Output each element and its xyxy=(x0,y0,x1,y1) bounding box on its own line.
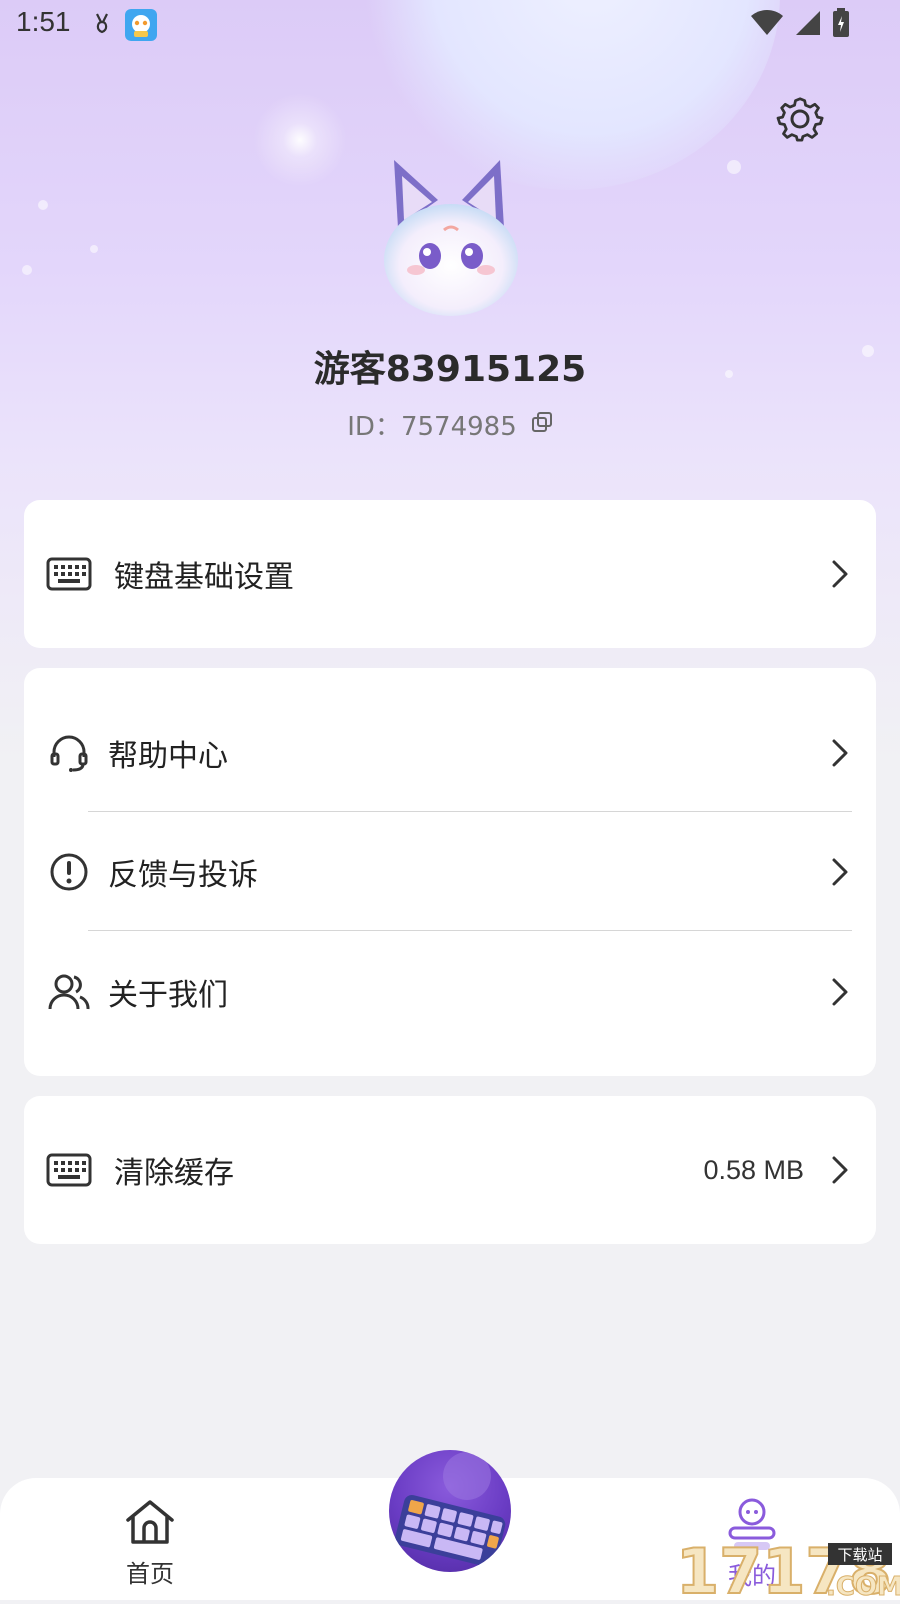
user-name: 游客83915125 xyxy=(313,349,587,390)
chevron-right-icon xyxy=(828,854,852,890)
keyboard-settings-label: 键盘基础设置 xyxy=(114,560,294,595)
chevron-right-icon xyxy=(828,556,852,592)
cache-size-value: 0.58 MB xyxy=(703,1154,804,1185)
star-dot xyxy=(90,245,98,253)
about-us-label: 关于我们 xyxy=(108,978,228,1013)
exclamation-circle-icon xyxy=(46,849,92,895)
user-id-value: 7574985 xyxy=(400,412,517,442)
status-time: 1:51 xyxy=(16,6,71,37)
star-dot xyxy=(727,160,741,174)
user-id-row: ID：7574985 xyxy=(0,406,900,443)
feedback-label: 反馈与投诉 xyxy=(108,858,258,893)
clear-cache-row[interactable]: 清除缓存 0.58 MB xyxy=(24,1120,876,1220)
help-center-label: 帮助中心 xyxy=(108,739,228,774)
divider xyxy=(88,811,852,812)
home-icon xyxy=(126,1500,174,1544)
star-dot xyxy=(38,200,48,210)
notification-icon xyxy=(94,12,110,38)
status-bar: 1:51 xyxy=(0,0,900,50)
user-id-label: ID： xyxy=(347,412,401,442)
about-us-row[interactable]: 关于我们 xyxy=(24,942,876,1042)
watermark-logo: 17178 下载站 .COM xyxy=(675,1534,900,1604)
feedback-row[interactable]: 反馈与投诉 xyxy=(24,822,876,922)
clear-cache-card: 清除缓存 0.58 MB xyxy=(24,1096,876,1244)
watermark-suffix: .COM xyxy=(826,1572,900,1600)
help-center-row[interactable]: 帮助中心 xyxy=(24,703,876,803)
cellular-signal-icon xyxy=(794,9,822,41)
chevron-right-icon xyxy=(828,974,852,1010)
headset-icon xyxy=(46,730,92,776)
users-icon xyxy=(46,969,92,1015)
keyboard-center-button[interactable] xyxy=(389,1450,511,1572)
sparkle-decoration xyxy=(240,80,360,200)
watermark-tag: 下载站 xyxy=(837,1546,882,1564)
app-notification-icon xyxy=(125,9,157,41)
nav-home-label: 首页 xyxy=(126,1560,174,1588)
battery-icon xyxy=(832,8,850,42)
wifi-icon xyxy=(750,9,784,41)
gear-icon xyxy=(776,97,824,142)
keyboard-settings-card: 键盘基础设置 xyxy=(24,500,876,648)
support-card: 帮助中心 反馈与投诉 关于我们 xyxy=(24,668,876,1076)
nav-home-tab[interactable]: 首页 xyxy=(110,1498,190,1588)
star-dot xyxy=(22,265,32,275)
keyboard-settings-row[interactable]: 键盘基础设置 xyxy=(24,524,876,624)
avatar[interactable] xyxy=(376,158,526,318)
divider xyxy=(88,930,852,931)
clear-cache-label: 清除缓存 xyxy=(114,1156,234,1191)
chevron-right-icon xyxy=(828,735,852,771)
chevron-right-icon xyxy=(828,1152,852,1188)
keyboard-icon xyxy=(46,551,92,597)
settings-gear-button[interactable] xyxy=(776,95,824,143)
keyboard-art-icon xyxy=(395,1452,506,1568)
keyboard-icon xyxy=(46,1147,92,1193)
copy-icon[interactable] xyxy=(531,410,553,440)
